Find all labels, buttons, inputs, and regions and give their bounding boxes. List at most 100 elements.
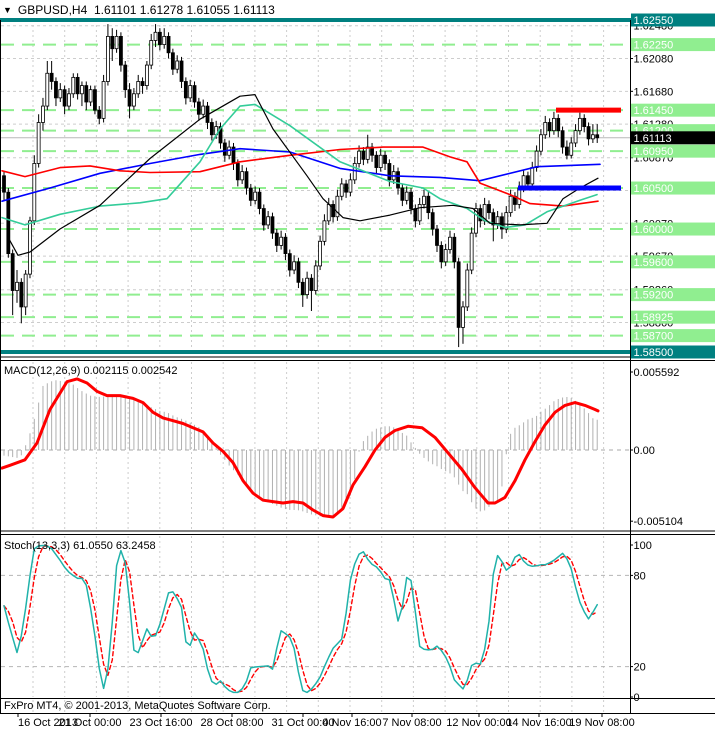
candle bbox=[300, 281, 305, 296]
candle bbox=[508, 195, 513, 214]
candle bbox=[19, 281, 24, 308]
candle bbox=[140, 81, 145, 86]
candle bbox=[93, 89, 97, 111]
candle bbox=[253, 191, 258, 201]
candle bbox=[257, 191, 262, 209]
candle bbox=[196, 101, 201, 115]
candle bbox=[526, 175, 530, 185]
mt4-chart-window: 1.624801.620801.616801.612801.608701.604… bbox=[0, 0, 715, 729]
time-tick-label: 28 Oct 08:00 bbox=[201, 717, 264, 729]
stoch-axis-label: 0 bbox=[634, 692, 640, 704]
candle bbox=[153, 31, 158, 41]
green-level-tag: 1.60950 bbox=[634, 146, 674, 158]
candle bbox=[266, 216, 271, 226]
candle bbox=[361, 150, 366, 160]
candle bbox=[67, 93, 71, 107]
candle bbox=[175, 60, 180, 70]
candle bbox=[443, 249, 448, 263]
candle bbox=[339, 183, 344, 197]
candle bbox=[45, 72, 50, 107]
green-level-tag: 1.62250 bbox=[634, 40, 674, 52]
candle bbox=[404, 191, 409, 201]
candle bbox=[28, 220, 32, 275]
candle bbox=[539, 134, 543, 152]
candle bbox=[240, 171, 245, 181]
current-price-tag: 1.61113 bbox=[634, 133, 672, 145]
candle bbox=[590, 134, 595, 140]
candle bbox=[530, 167, 535, 185]
candle bbox=[348, 179, 353, 193]
candle bbox=[274, 232, 279, 246]
stoch-axis-label: 100 bbox=[634, 540, 652, 552]
candle bbox=[244, 171, 249, 189]
candle bbox=[131, 93, 136, 107]
candle bbox=[569, 142, 574, 156]
candle bbox=[465, 269, 470, 308]
price-axis: 1.624801.620801.616801.612801.608701.604… bbox=[630, 13, 715, 359]
candle bbox=[547, 122, 552, 132]
candle bbox=[595, 134, 600, 139]
time-tick-label: 21 Oct 00:00 bbox=[59, 717, 122, 729]
candle bbox=[413, 208, 418, 222]
green-level-tag: 1.59600 bbox=[634, 257, 674, 269]
candle bbox=[15, 281, 19, 291]
green-level-tag: 1.58700 bbox=[634, 331, 674, 343]
symbol-dropdown-icon[interactable]: ▼ bbox=[3, 5, 12, 15]
candle bbox=[543, 122, 548, 136]
moving-averages-layer bbox=[1, 93, 601, 256]
candle bbox=[136, 81, 141, 95]
candle bbox=[97, 109, 102, 119]
candle bbox=[417, 204, 422, 222]
candle bbox=[261, 208, 266, 226]
candle bbox=[283, 236, 288, 255]
copyright-label: FxPro MT4, © 2001-2013, MetaQuotes Softw… bbox=[4, 700, 271, 712]
candle bbox=[287, 253, 292, 271]
candle bbox=[435, 228, 439, 246]
teal-level-tag: 1.62550 bbox=[634, 15, 674, 27]
candle bbox=[209, 122, 214, 136]
candle bbox=[387, 163, 392, 181]
candle bbox=[106, 35, 110, 82]
candle bbox=[119, 35, 123, 66]
time-tick-label: 12 Nov 00:00 bbox=[446, 717, 511, 729]
candle bbox=[279, 236, 284, 246]
green-level-tag: 1.60500 bbox=[634, 183, 674, 195]
candle bbox=[560, 130, 565, 148]
candles-layer bbox=[2, 24, 600, 348]
candle bbox=[430, 212, 435, 230]
candle bbox=[309, 277, 314, 291]
candle bbox=[452, 236, 457, 263]
stoch-axis-label: 20 bbox=[634, 662, 646, 674]
candle bbox=[270, 216, 275, 234]
candle bbox=[2, 175, 6, 193]
time-tick-label: 7 Nov 08:00 bbox=[382, 717, 441, 729]
candle bbox=[222, 142, 227, 156]
green-level-tag: 1.59200 bbox=[634, 290, 674, 302]
candle bbox=[101, 81, 106, 119]
stoch-axis-label: 80 bbox=[634, 570, 646, 582]
candle bbox=[365, 146, 370, 160]
symbol-period-label: GBPUSD,H4 bbox=[17, 3, 88, 17]
candle bbox=[123, 64, 128, 91]
candle bbox=[248, 187, 253, 201]
candle bbox=[352, 163, 357, 181]
candle bbox=[426, 195, 431, 214]
candle bbox=[162, 35, 167, 45]
candle bbox=[170, 52, 175, 70]
price-tick-label: 1.61680 bbox=[634, 86, 674, 98]
time-tick-label: 19 Nov 08:00 bbox=[569, 717, 634, 729]
candle bbox=[582, 117, 587, 127]
candle bbox=[41, 105, 45, 123]
candle bbox=[344, 183, 348, 193]
candle bbox=[573, 130, 578, 144]
candle bbox=[305, 277, 310, 296]
candle bbox=[313, 265, 318, 291]
green-level-tag: 1.58925 bbox=[634, 312, 674, 324]
macd-axis-label: -0.005104 bbox=[634, 516, 684, 528]
candle bbox=[179, 60, 184, 82]
time-tick-label: 4 Nov 16:00 bbox=[322, 717, 381, 729]
candle bbox=[487, 204, 491, 214]
candle bbox=[577, 117, 582, 132]
candle bbox=[556, 117, 561, 132]
ohlc-values: 1.61101 1.61278 1.61055 1.61113 bbox=[93, 3, 275, 17]
